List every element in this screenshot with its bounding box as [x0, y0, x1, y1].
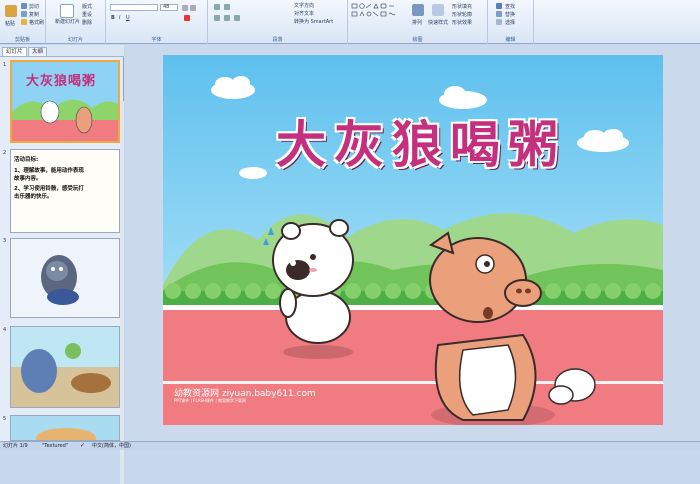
cut-button[interactable]: 剪切 [29, 3, 39, 10]
editing-group-label: 编辑 [505, 37, 516, 43]
clipboard-group: 粘贴 剪切 复制 格式刷 剪贴板 [0, 0, 46, 44]
tab-outline[interactable]: 大纲 [28, 47, 48, 56]
slide-thumbnail-1[interactable]: 大灰狼喝粥 [10, 60, 120, 143]
shape-effects-button[interactable]: 形状效果 [452, 19, 472, 26]
paragraph-group-label: 段落 [272, 37, 283, 43]
arrange-icon[interactable] [412, 4, 424, 16]
replace-icon[interactable] [496, 11, 502, 17]
shrink-font-icon[interactable] [190, 5, 196, 11]
arrange-button[interactable]: 排列 [412, 19, 422, 26]
format-painter-button[interactable]: 格式刷 [29, 19, 44, 26]
thumbnail-2-line1: 1、理解故事，能用动作表现故事内容。 [14, 168, 84, 182]
paragraph-group: 文字方向 对齐文本 转换为 SmartArt 段落 [208, 0, 348, 44]
slide-number: 3 [3, 238, 7, 244]
shapes-gallery-icon[interactable] [351, 3, 403, 25]
align-center-icon[interactable] [224, 15, 230, 21]
delete-button[interactable]: 删除 [82, 19, 92, 26]
format-painter-icon[interactable] [21, 19, 27, 25]
select-button[interactable]: 选择 [505, 19, 515, 26]
thumbnail-1-title: 大灰狼喝粥 [26, 74, 97, 89]
tab-slides[interactable]: 幻灯片 [2, 47, 27, 56]
thumbnail-2-line2: 2、学习使用铃鼓，感受玩打击乐器的快乐。 [14, 186, 84, 200]
quick-styles-button[interactable]: 快速样式 [428, 19, 448, 26]
bold-icon[interactable]: B [111, 15, 115, 21]
ribbon: 粘贴 剪切 复制 格式刷 剪贴板 新建幻灯片 版式 重设 删除 幻灯片 48 B… [0, 0, 700, 44]
text-direction-button[interactable]: 文字方向 [294, 2, 314, 9]
font-color-icon[interactable] [184, 15, 190, 21]
drawing-group: 排列 快速样式 形状填充 形状轮廓 形状效果 绘图 [348, 0, 488, 44]
slide-thumbnail-panel: 幻灯片 大纲 1 大灰狼喝粥 2 活动目标: 1、理解故事，能用动作表现故事内容… [0, 45, 124, 484]
thumbnail-4-scene-image [11, 327, 119, 407]
slide-canvas[interactable]: 大灰狼喝粥 幼教资源网 ziyuan.baby611.com PPT课件 | F… [163, 55, 663, 425]
find-icon[interactable] [496, 3, 502, 9]
font-group: 48 B I U 字体 [106, 0, 208, 44]
grow-font-icon[interactable] [182, 5, 188, 11]
layout-button[interactable]: 版式 [82, 3, 92, 10]
slides-group-label: 幻灯片 [67, 37, 83, 43]
align-left-icon[interactable] [214, 15, 220, 21]
copy-button[interactable]: 复制 [29, 11, 39, 18]
slide-thumbnail-2[interactable]: 活动目标: 1、理解故事，能用动作表现故事内容。 2、学习使用铃鼓，感受玩打击乐… [10, 149, 120, 233]
slide-thumbnail-5[interactable] [10, 415, 120, 441]
slide-title[interactable]: 大灰狼喝粥 [261, 105, 581, 177]
clipboard-group-label: 剪贴板 [14, 37, 30, 43]
bullets-icon[interactable] [214, 4, 220, 10]
cut-icon[interactable] [21, 3, 27, 9]
font-group-label: 字体 [151, 37, 162, 43]
editing-group: 查找 替换 选择 编辑 [488, 0, 534, 44]
reset-button[interactable]: 重设 [82, 11, 92, 18]
numbering-icon[interactable] [224, 4, 230, 10]
shape-fill-button[interactable]: 形状填充 [452, 3, 472, 10]
convert-smartart-button[interactable]: 转换为 SmartArt [294, 18, 333, 25]
underline-icon[interactable]: U [126, 15, 130, 21]
align-right-icon[interactable] [234, 15, 240, 21]
align-text-button[interactable]: 对齐文本 [294, 10, 314, 17]
drawing-group-label: 绘图 [412, 37, 423, 43]
font-name-box[interactable] [110, 4, 158, 11]
slide-number: 5 [3, 416, 7, 422]
quick-styles-icon[interactable] [432, 4, 444, 16]
slide-number: 1 [3, 62, 7, 68]
thumbnail-3-wolf-image [11, 239, 119, 317]
slides-group: 新建幻灯片 版式 重设 删除 幻灯片 [46, 0, 106, 44]
slide-thumbnail-4[interactable] [10, 326, 120, 408]
paste-button[interactable]: 粘贴 [5, 20, 15, 27]
slide-thumbnail-3[interactable] [10, 238, 120, 318]
watermark-subtext: PPT课件 | FLASH课件 | 教案教学下载网 [174, 398, 246, 403]
italic-icon[interactable]: I [119, 15, 120, 21]
copy-icon[interactable] [21, 11, 27, 17]
thumbnail-5-image [11, 416, 119, 440]
paste-icon[interactable] [5, 5, 17, 17]
new-slide-button[interactable]: 新建幻灯片 [55, 18, 80, 25]
panel-tabs: 幻灯片 大纲 [0, 45, 124, 57]
replace-button[interactable]: 替换 [505, 11, 515, 18]
panel-scrollbar[interactable] [120, 101, 124, 484]
thumbnail-2-heading: 活动目标: [14, 157, 39, 163]
shape-outline-button[interactable]: 形状轮廓 [452, 11, 472, 18]
new-slide-icon[interactable] [60, 4, 74, 18]
find-button[interactable]: 查找 [505, 3, 515, 10]
slide-number: 2 [3, 150, 7, 156]
select-icon[interactable] [496, 19, 502, 25]
slide-number: 4 [3, 327, 7, 333]
font-size-box[interactable]: 48 [160, 4, 178, 11]
